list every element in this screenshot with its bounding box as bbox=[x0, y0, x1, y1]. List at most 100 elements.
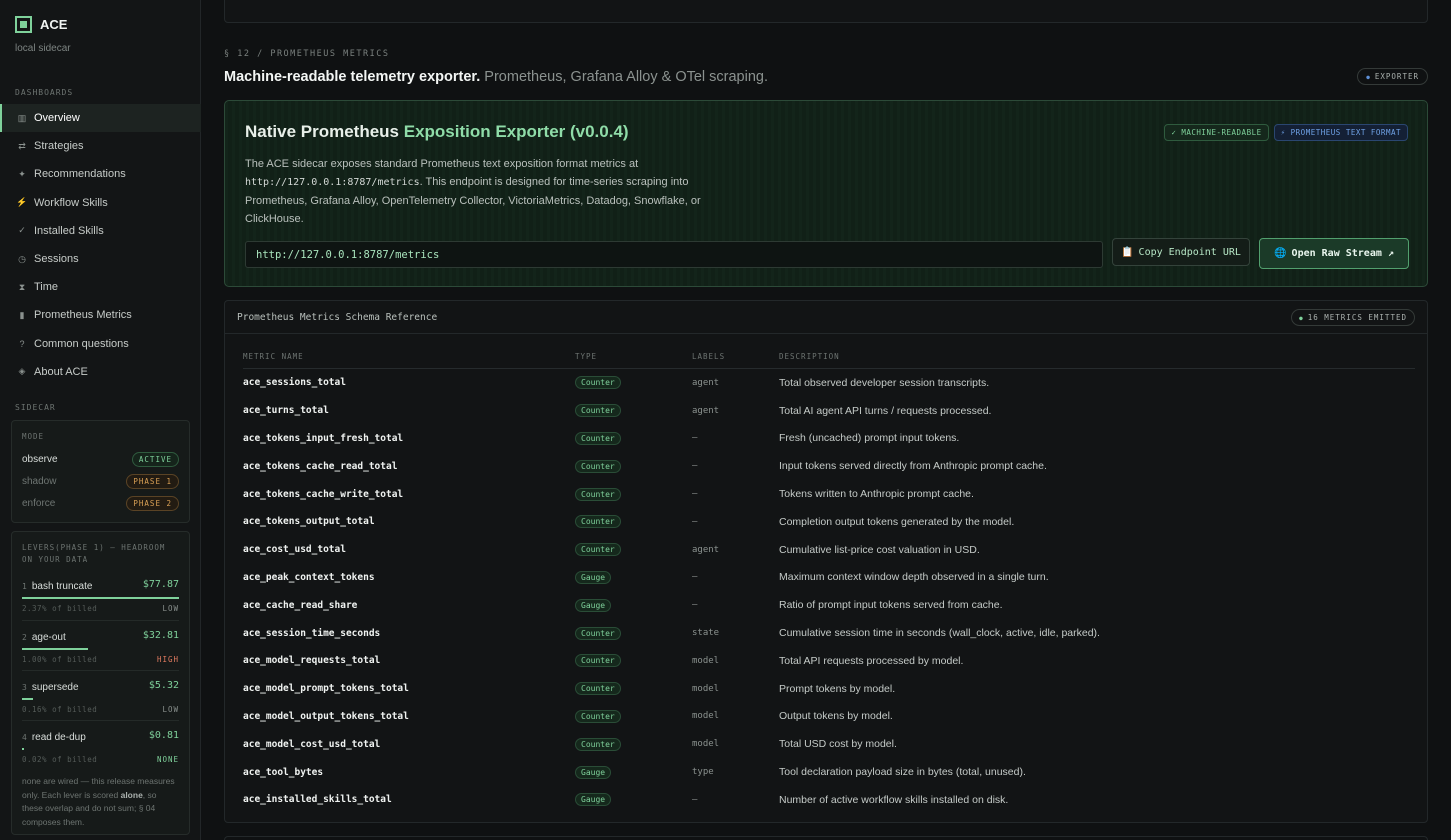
sidebar-item-overview[interactable]: ▥ Overview bbox=[0, 104, 201, 133]
sidebar-item-time[interactable]: ⧗ Time bbox=[0, 273, 201, 301]
metric-type: Counter bbox=[575, 619, 621, 647]
metric-type: Gauge bbox=[575, 786, 612, 814]
lever-name: supersede bbox=[31, 681, 79, 693]
exporter-card: Native Prometheus Exposition Exporter (v… bbox=[224, 100, 1428, 287]
question-icon: ? bbox=[19, 338, 25, 349]
table-row: ace_turns_total Counter agent Total AI agen… bbox=[243, 397, 1415, 425]
copy-endpoint-button[interactable]: 📋 Copy Endpoint URL bbox=[1112, 238, 1250, 266]
table-row: ace_model_prompt_tokens_total Counter mode… bbox=[243, 675, 1415, 703]
metric-description: Input tokens served directly from Anthro… bbox=[779, 460, 1047, 473]
mode-option-enforce[interactable]: enforce PHASE 2 bbox=[22, 492, 179, 514]
text-format-badge: ⚡ PROMETHEUS TEXT FORMAT bbox=[1273, 124, 1408, 141]
sidebar-item-common-questions[interactable]: ? Common questions bbox=[0, 330, 201, 358]
table-row: ace_model_requests_total Counter model Tota… bbox=[243, 647, 1415, 675]
levers-panel: LEVERS(PHASE 1) — HEADROOM ON YOUR DATA … bbox=[11, 531, 190, 835]
metric-name: ace_model_requests_total bbox=[243, 655, 381, 667]
endpoint-url-field[interactable]: http://127.0.0.1:8787/metrics bbox=[245, 241, 1103, 268]
diamond-icon: ◈ bbox=[18, 366, 26, 377]
lever-name: read de-dup bbox=[31, 731, 86, 743]
metric-labels: — bbox=[692, 489, 698, 500]
metric-labels: — bbox=[692, 600, 698, 611]
type-badge: Counter bbox=[575, 515, 621, 529]
sidebar-item-sessions[interactable]: ◷ Sessions bbox=[0, 245, 201, 273]
sidebar-item-about-ace[interactable]: ◈ About ACE bbox=[0, 358, 201, 386]
sidebar-item-label: Recommendations bbox=[34, 168, 126, 181]
metric-type: Counter bbox=[575, 397, 621, 425]
previous-card bbox=[224, 0, 1428, 23]
type-badge: Gauge bbox=[575, 793, 612, 807]
metric-description: Number of active workflow skills install… bbox=[779, 793, 1009, 806]
metric-description: Output tokens by model. bbox=[779, 710, 893, 723]
metric-type: Gauge bbox=[575, 758, 612, 786]
metric-labels: — bbox=[692, 433, 698, 444]
metric-type: Counter bbox=[575, 369, 621, 397]
table-row: ace_tool_bytes Gauge type Tool declaration … bbox=[243, 758, 1415, 786]
clock-icon: ◷ bbox=[18, 253, 26, 264]
schema-table-card: Prometheus Metrics Schema Reference 16 M… bbox=[224, 300, 1428, 823]
sidebar-item-recommendations[interactable]: ✦ Recommendations bbox=[0, 160, 201, 188]
metric-description: Total AI agent API turns / requests proc… bbox=[779, 404, 992, 417]
dashboards-label: DASHBOARDS bbox=[15, 88, 74, 97]
sidebar-item-label: Workflow Skills bbox=[34, 196, 108, 209]
metric-type: Counter bbox=[575, 425, 621, 453]
table-body: ace_sessions_total Counter agent Total obse… bbox=[243, 369, 1415, 814]
lever-number: 1 bbox=[22, 581, 27, 591]
table-row: ace_cost_usd_total Counter agent Cumulative… bbox=[243, 536, 1415, 564]
metric-name: ace_tokens_input_fresh_total bbox=[243, 432, 404, 444]
lever-number: 2 bbox=[22, 632, 27, 642]
metric-name: ace_installed_skills_total bbox=[243, 794, 392, 806]
lever-value: $77.87 bbox=[142, 578, 179, 590]
type-badge: Counter bbox=[575, 737, 621, 751]
metric-name: ace_tokens_cache_read_total bbox=[243, 460, 398, 472]
metric-type: Gauge bbox=[575, 591, 612, 619]
mode-label: MODE bbox=[22, 432, 45, 441]
metric-type: Counter bbox=[575, 536, 621, 564]
metric-description: Cumulative list-price cost valuation in … bbox=[779, 543, 980, 556]
lever-risk: LOW bbox=[162, 705, 179, 714]
lever-percent: 0.16% of billed bbox=[22, 705, 98, 714]
section-title: Machine-readable telemetry exporter. Pro… bbox=[224, 69, 769, 85]
type-badge: Gauge bbox=[575, 598, 612, 612]
lever-value: $0.81 bbox=[148, 729, 179, 741]
sidebar-item-workflow-skills[interactable]: ⚡ Workflow Skills bbox=[0, 189, 201, 217]
metric-labels: — bbox=[692, 516, 698, 527]
lever-progress-bar bbox=[22, 648, 179, 650]
metric-labels: state bbox=[692, 628, 720, 639]
lever-name: bash truncate bbox=[31, 580, 93, 592]
mode-option-shadow[interactable]: shadow PHASE 1 bbox=[22, 470, 179, 492]
exporter-badge: EXPORTER bbox=[1357, 68, 1428, 85]
table-header: METRIC NAME TYPE LABELS DESCRIPTION bbox=[243, 349, 1415, 369]
metric-type: Counter bbox=[575, 480, 621, 508]
table-row: ace_model_output_tokens_total Counter mode… bbox=[243, 703, 1415, 731]
next-card bbox=[224, 836, 1428, 840]
metric-labels: — bbox=[692, 794, 698, 805]
sidebar-item-label: Overview bbox=[34, 112, 80, 125]
metric-labels: agent bbox=[692, 405, 720, 416]
brand[interactable]: ACE bbox=[15, 16, 67, 33]
metric-name: ace_tokens_cache_write_total bbox=[243, 488, 404, 500]
lever-progress-bar bbox=[22, 597, 179, 599]
metric-description: Total USD cost by model. bbox=[779, 738, 897, 751]
table-row: ace_peak_context_tokens Gauge — Maximum con… bbox=[243, 564, 1415, 592]
metric-labels: model bbox=[692, 655, 720, 666]
brand-name: ACE bbox=[40, 17, 68, 32]
sidebar-item-installed-skills[interactable]: ✓ Installed Skills bbox=[0, 217, 201, 245]
mode-option-observe[interactable]: observe ACTIVE bbox=[22, 448, 179, 470]
main-content: § 12 / PROMETHEUS METRICS Machine-readab… bbox=[201, 0, 1451, 840]
col-metric-name: METRIC NAME bbox=[243, 352, 304, 361]
table-row: ace_sessions_total Counter agent Total obse… bbox=[243, 369, 1415, 397]
sidebar-item-label: Installed Skills bbox=[34, 224, 104, 237]
levers-note: none are wired — this release measures o… bbox=[22, 776, 175, 827]
bar-chart-icon: ▮ bbox=[19, 309, 25, 320]
sidebar-item-strategies[interactable]: ⇄ Strategies bbox=[0, 132, 201, 160]
grid-icon: ▥ bbox=[17, 112, 27, 123]
type-badge: Counter bbox=[575, 654, 621, 668]
lever-number: 3 bbox=[22, 682, 27, 692]
metric-type: Counter bbox=[575, 730, 621, 758]
schema-title: Prometheus Metrics Schema Reference bbox=[237, 311, 438, 323]
sidebar-item-prometheus-metrics[interactable]: ▮ Prometheus Metrics bbox=[0, 301, 201, 329]
open-raw-stream-button[interactable]: 🌐 Open Raw Stream ↗ bbox=[1259, 238, 1409, 269]
metric-name: ace_sessions_total bbox=[243, 377, 346, 389]
metrics-count-badge: 16 METRICS EMITTED bbox=[1291, 308, 1415, 326]
mode-status-badge: ACTIVE bbox=[131, 451, 179, 467]
